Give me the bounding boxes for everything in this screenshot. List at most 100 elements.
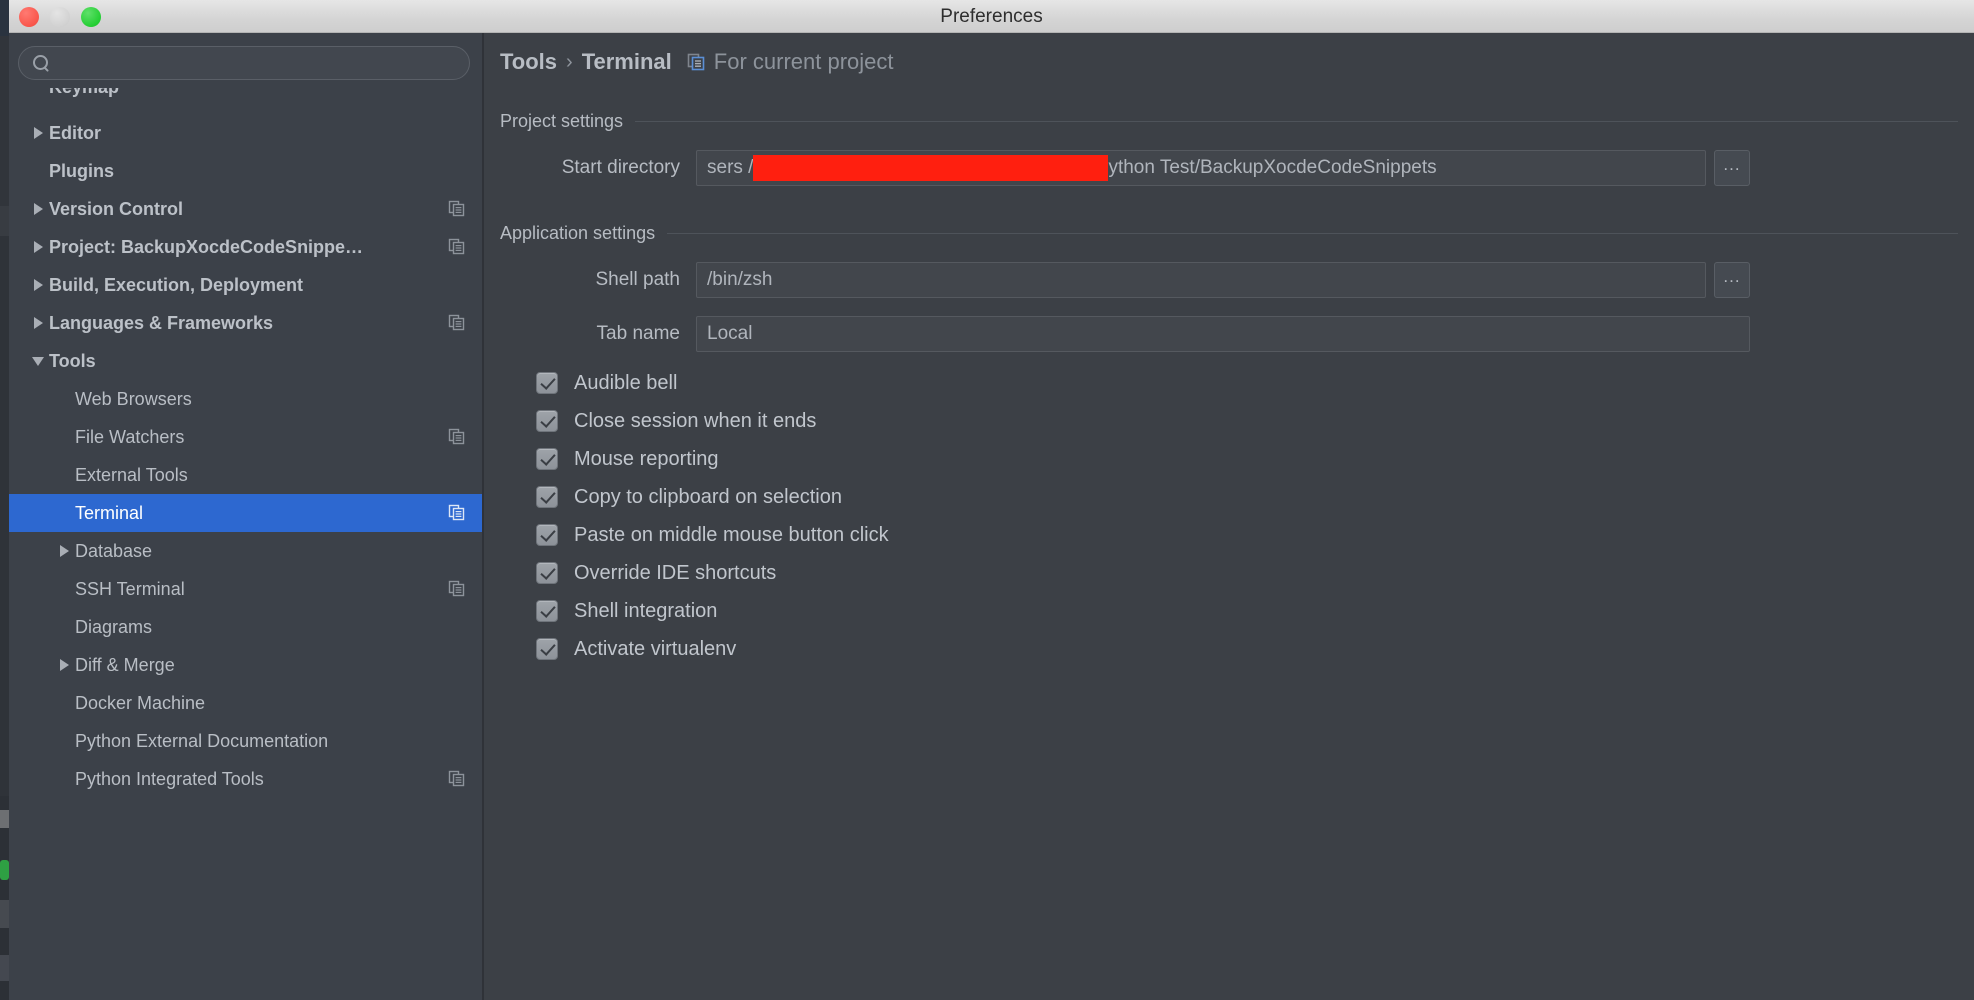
window-title: Preferences — [940, 6, 1043, 27]
checkbox-row-copy-to-clipboard-on-selection[interactable]: Copy to clipboard on selection — [536, 478, 1958, 516]
project-settings-title: Project settings — [500, 111, 624, 131]
chevron-right-icon[interactable] — [53, 659, 75, 671]
shell-path-input[interactable]: /bin/zsh — [696, 262, 1706, 298]
search-input[interactable] — [50, 54, 469, 72]
sidebar-item-docker-machine[interactable]: Docker Machine — [9, 684, 482, 722]
shell-path-browse-button[interactable]: ... — [1714, 262, 1750, 298]
sidebar-item-label: Python External Documentation — [75, 730, 329, 751]
chevron-right-icon[interactable] — [27, 279, 49, 291]
checkbox-label: Copy to clipboard on selection — [574, 485, 842, 508]
checkbox-check-icon[interactable] — [536, 524, 558, 546]
checkbox-row-mouse-reporting[interactable]: Mouse reporting — [536, 440, 1958, 478]
checkbox-check-icon[interactable] — [536, 410, 558, 432]
sidebar-item-label: Docker Machine — [75, 692, 206, 713]
shell-path-label: Shell path — [595, 269, 680, 290]
sidebar-item-label: Diff & Merge — [75, 654, 175, 675]
checkbox-check-icon[interactable] — [536, 372, 558, 394]
copy-to-project-icon — [448, 580, 466, 598]
project-settings-header: Project settings — [500, 111, 1958, 132]
sidebar-item-languages-frameworks[interactable]: Languages & Frameworks — [9, 304, 482, 342]
sidebar-item-editor[interactable]: Editor — [9, 114, 482, 152]
copy-to-project-icon — [448, 428, 466, 446]
tab-name-label: Tab name — [596, 323, 680, 344]
close-button-icon[interactable] — [19, 7, 39, 27]
sidebar-item-keymap[interactable]: Keymap — [9, 88, 482, 114]
terminal-options-list: Audible bell Close session when it ends Mo… — [500, 364, 1958, 668]
copy-to-project-icon — [448, 238, 466, 256]
checkbox-row-override-ide-shortcuts[interactable]: Override IDE shortcuts — [536, 554, 1958, 592]
sidebar-item-file-watchers[interactable]: File Watchers — [9, 418, 482, 456]
start-directory-browse-button[interactable]: ... — [1714, 150, 1750, 186]
sidebar-item-web-browsers[interactable]: Web Browsers — [9, 380, 482, 418]
checkbox-check-icon[interactable] — [536, 562, 558, 584]
start-directory-prefix: sers / — [707, 157, 754, 178]
sidebar-item-label: External Tools — [75, 464, 188, 485]
sidebar-item-python-integrated-tools[interactable]: Python Integrated Tools — [9, 760, 482, 798]
checkbox-label: Override IDE shortcuts — [574, 561, 777, 584]
sidebar-item-label: SSH Terminal — [75, 578, 185, 599]
sidebar-item-build-execution-deployment[interactable]: Build, Execution, Deployment — [9, 266, 482, 304]
sidebar-item-label: Diagrams — [75, 616, 153, 637]
chevron-right-icon[interactable] — [27, 203, 49, 215]
sidebar-item-label: Version Control — [49, 198, 184, 219]
sidebar-item-label: Editor — [49, 122, 101, 143]
checkbox-check-icon[interactable] — [536, 448, 558, 470]
checkbox-row-paste-on-middle-mouse-button-click[interactable]: Paste on middle mouse button click — [536, 516, 1958, 554]
settings-tree[interactable]: Keymap Editor Plugins Version Control Projec… — [9, 88, 482, 1000]
sidebar-item-label: Build, Execution, Deployment — [49, 274, 304, 295]
checkbox-check-icon[interactable] — [536, 486, 558, 508]
start-directory-input[interactable]: sers / ython Test/BackupXocdeCodeSnippet… — [696, 150, 1706, 186]
start-directory-row: Start directory sers / ython Test/Backup… — [500, 150, 1958, 186]
sidebar-item-diff-merge[interactable]: Diff & Merge — [9, 646, 482, 684]
checkbox-label: Mouse reporting — [574, 447, 719, 470]
sidebar-item-diagrams[interactable]: Diagrams — [9, 608, 482, 646]
sidebar-item-plugins[interactable]: Plugins — [9, 152, 482, 190]
tab-name-input[interactable]: Local — [696, 316, 1750, 352]
project-settings-section: Project settings Start directory sers / … — [500, 111, 1958, 186]
sidebar-item-label: Project: BackupXocdeCodeSnippe… — [49, 236, 364, 257]
checkbox-row-shell-integration[interactable]: Shell integration — [536, 592, 1958, 630]
search-field-wrapper — [18, 46, 470, 80]
breadcrumb-root[interactable]: Tools — [500, 49, 557, 75]
section-rule — [667, 233, 1958, 234]
checkbox-row-audible-bell[interactable]: Audible bell — [536, 364, 1958, 402]
shell-path-row: Shell path /bin/zsh ... — [500, 262, 1958, 298]
checkbox-label: Shell integration — [574, 599, 718, 622]
sidebar-item-label: File Watchers — [75, 426, 185, 447]
sidebar-item-label: Plugins — [49, 160, 115, 181]
zoom-button-icon[interactable] — [81, 7, 101, 27]
copy-to-project-icon — [448, 770, 466, 788]
minimize-button-icon[interactable] — [50, 7, 70, 27]
checkbox-label: Paste on middle mouse button click — [574, 523, 889, 546]
application-settings-section: Application settings Shell path /bin/zsh… — [500, 223, 1958, 668]
checkbox-row-activate-virtualenv[interactable]: Activate virtualenv — [536, 630, 1958, 668]
sidebar-item-label: Terminal — [75, 502, 144, 523]
chevron-right-icon[interactable] — [27, 241, 49, 253]
checkbox-label: Close session when it ends — [574, 409, 817, 432]
background-window-strip — [0, 0, 9, 1000]
chevron-down-icon[interactable] — [27, 356, 49, 366]
checkbox-check-icon[interactable] — [536, 600, 558, 622]
chevron-right-icon[interactable] — [27, 317, 49, 329]
sidebar-item-database[interactable]: Database — [9, 532, 482, 570]
sidebar-item-label: Database — [75, 540, 153, 561]
checkbox-row-close-session-when-it-ends[interactable]: Close session when it ends — [536, 402, 1958, 440]
sidebar-item-version-control[interactable]: Version Control — [9, 190, 482, 228]
checkbox-check-icon[interactable] — [536, 638, 558, 660]
start-directory-suffix: ython Test/BackupXocdeCodeSnippets — [1108, 157, 1437, 178]
redaction-bar — [753, 155, 1109, 181]
sidebar-item-terminal[interactable]: Terminal — [9, 494, 482, 532]
chevron-right-icon[interactable] — [53, 545, 75, 557]
checkbox-label: Activate virtualenv — [574, 637, 737, 660]
section-rule — [635, 121, 1958, 122]
chevron-right-icon[interactable] — [27, 127, 49, 139]
sidebar-item-tools[interactable]: Tools — [9, 342, 482, 380]
copy-to-project-icon — [448, 504, 466, 522]
copy-to-project-icon — [686, 52, 706, 72]
sidebar-item-external-tools[interactable]: External Tools — [9, 456, 482, 494]
sidebar-item-ssh-terminal[interactable]: SSH Terminal — [9, 570, 482, 608]
sidebar-item-label: Web Browsers — [75, 388, 192, 409]
sidebar-item-project-backupxocdecodesnippe[interactable]: Project: BackupXocdeCodeSnippe… — [9, 228, 482, 266]
sidebar-item-python-external-documentation[interactable]: Python External Documentation — [9, 722, 482, 760]
search-box[interactable] — [18, 46, 470, 80]
